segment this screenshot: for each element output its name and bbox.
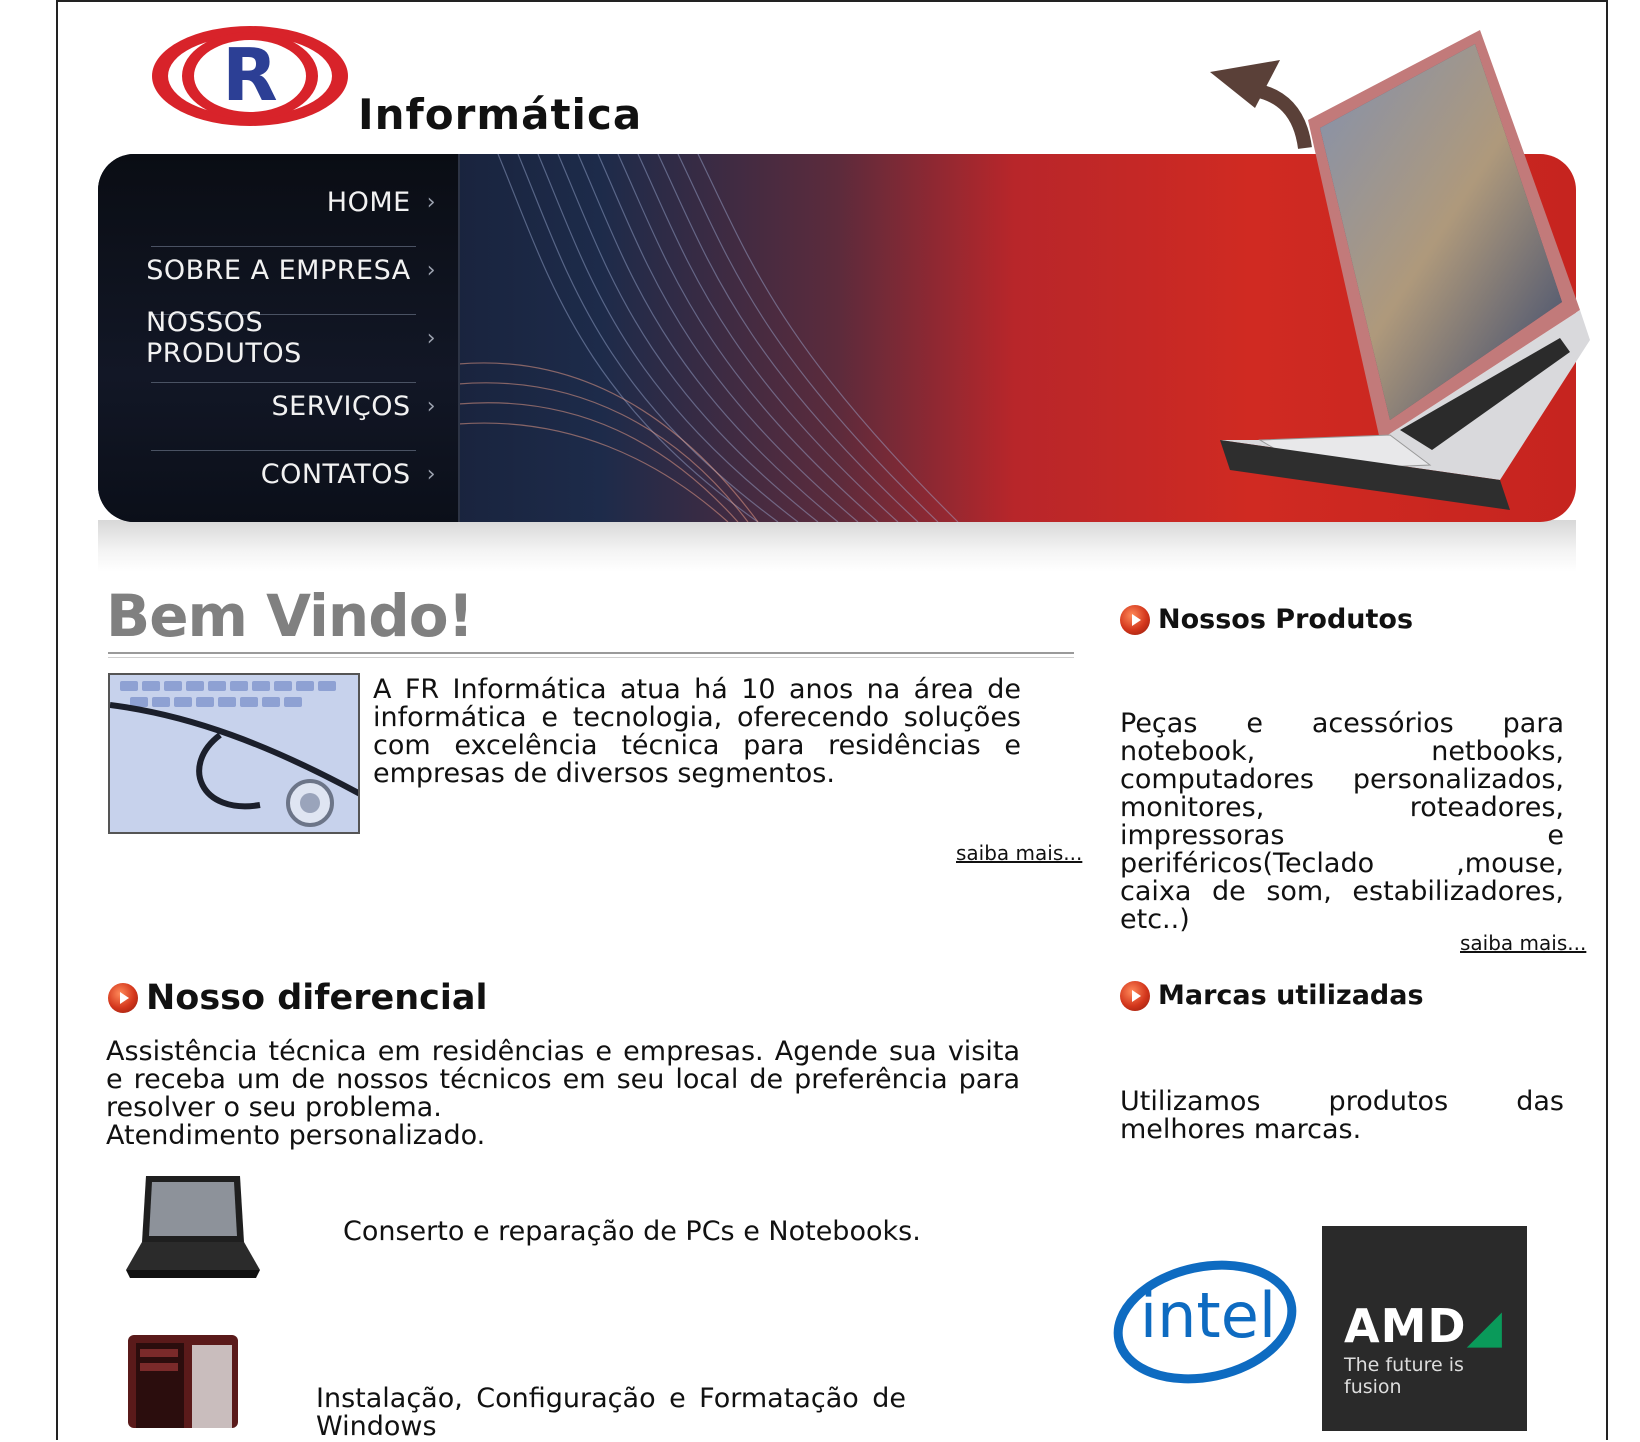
- diferencial-paragraph: Assistência técnica em residências e emp…: [106, 1036, 1020, 1123]
- intel-logo[interactable]: intel: [1110, 1255, 1300, 1385]
- laptop-image: [1220, 30, 1590, 510]
- chevron-right-icon: ›: [426, 393, 436, 419]
- laptop-icon: [126, 1176, 260, 1278]
- welcome-text: A FR Informática atua há 10 anos na área…: [373, 674, 1021, 789]
- nav-item-label: SERVIÇOS: [271, 390, 411, 422]
- page-title: Bem Vindo!: [106, 582, 474, 650]
- nav-item-label: CONTATOS: [260, 458, 411, 490]
- arrow-bullet-icon: [1120, 604, 1150, 635]
- amd-logo[interactable]: AMD◢ The future is fusion: [1322, 1226, 1527, 1431]
- service-label: Conserto e reparação de PCs e Notebooks.: [343, 1216, 921, 1247]
- fr-logo-icon: R: [152, 26, 348, 126]
- stethoscope-keyboard-image: [108, 673, 360, 834]
- svg-text:intel: intel: [1140, 1279, 1276, 1352]
- diferencial-heading-text: Nosso diferencial: [146, 978, 488, 1018]
- arrow-bullet-icon: [108, 983, 138, 1013]
- produtos-heading: Nossos Produtos: [1120, 604, 1413, 635]
- svg-text:R: R: [222, 33, 277, 117]
- produtos-heading-text: Nossos Produtos: [1158, 604, 1414, 635]
- marcas-heading-text: Marcas utilizadas: [1158, 980, 1424, 1011]
- diferencial-text: Assistência técnica em residências e emp…: [106, 1038, 1020, 1150]
- nav-item-label: SOBRE A EMPRESA: [146, 254, 411, 286]
- amd-tagline: The future is fusion: [1344, 1354, 1464, 1398]
- main-nav: HOME › SOBRE A EMPRESA › NOSSOS PRODUTOS…: [98, 154, 460, 522]
- chevron-right-icon: ›: [426, 189, 436, 215]
- chevron-right-icon: ›: [426, 461, 436, 487]
- chevron-right-icon: ›: [426, 257, 436, 283]
- nav-item-produtos[interactable]: NOSSOS PRODUTOS ›: [146, 304, 436, 372]
- chevron-right-icon: ›: [426, 325, 436, 351]
- arrow-bullet-icon: [1120, 980, 1150, 1011]
- title-divider: [108, 652, 1074, 658]
- welcome-more-link[interactable]: saiba mais...: [956, 841, 1082, 865]
- nav-item-contatos[interactable]: CONTATOS ›: [146, 440, 436, 508]
- nav-item-home[interactable]: HOME ›: [146, 168, 436, 236]
- wave-lines-graphic: [458, 154, 959, 522]
- nav-item-servicos[interactable]: SERVIÇOS ›: [146, 372, 436, 440]
- site-logo[interactable]: R Informática: [150, 20, 641, 140]
- marcas-heading: Marcas utilizadas: [1120, 980, 1424, 1011]
- nav-item-label: NOSSOS PRODUTOS: [146, 307, 302, 369]
- diferencial-paragraph-2: Atendimento personalizado.: [106, 1120, 486, 1151]
- produtos-text: Peças e acessórios para notebook, netboo…: [1120, 708, 1564, 935]
- logo-wordmark: Informática: [358, 90, 643, 139]
- marcas-text: Utilizamos produtos das melhores marcas.: [1120, 1086, 1564, 1145]
- produtos-more-link[interactable]: saiba mais...: [1460, 931, 1586, 955]
- desktop-tower-icon: [128, 1335, 238, 1428]
- amd-wordmark: AMD◢: [1344, 1299, 1503, 1353]
- service-label: Instalação, Configuração e Formatação de…: [316, 1383, 906, 1442]
- nav-item-sobre[interactable]: SOBRE A EMPRESA ›: [146, 236, 436, 304]
- diferencial-heading: Nosso diferencial: [108, 978, 488, 1018]
- nav-item-label: HOME: [326, 186, 411, 218]
